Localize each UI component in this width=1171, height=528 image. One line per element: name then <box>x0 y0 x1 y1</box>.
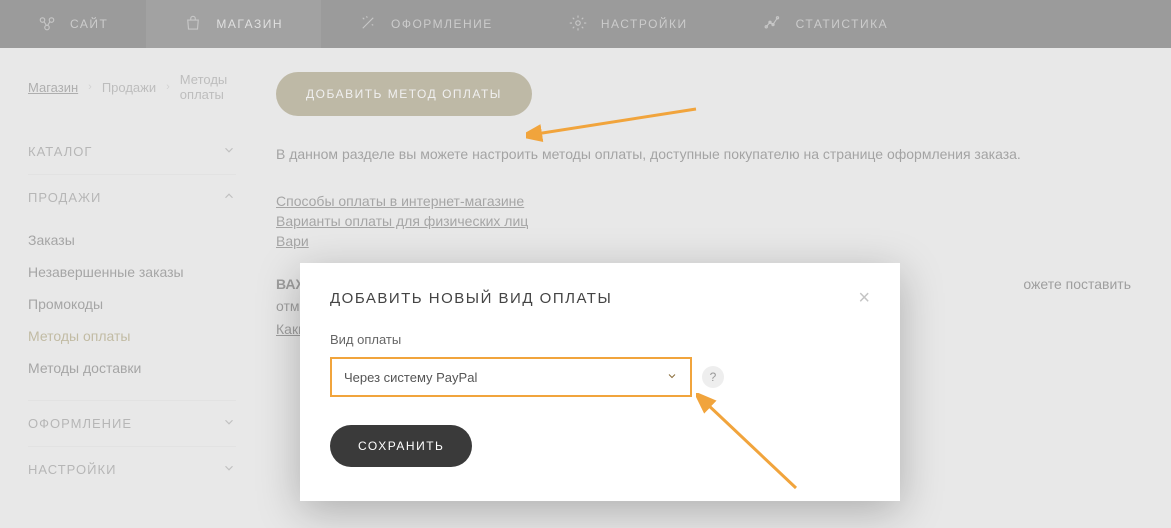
save-button[interactable]: СОХРАНИТЬ <box>330 425 472 467</box>
chevron-down-icon <box>666 370 678 385</box>
add-payment-modal: ДОБАВИТЬ НОВЫЙ ВИД ОПЛАТЫ × Вид оплаты Ч… <box>300 263 900 501</box>
modal-title: ДОБАВИТЬ НОВЫЙ ВИД ОПЛАТЫ <box>330 290 612 307</box>
select-value: Через систему PayPal <box>344 370 477 385</box>
payment-type-row: Через систему PayPal ? <box>330 357 870 397</box>
help-icon[interactable]: ? <box>702 366 724 388</box>
payment-type-label: Вид оплаты <box>330 332 870 347</box>
close-icon[interactable]: × <box>858 287 870 310</box>
payment-type-select[interactable]: Через систему PayPal <box>330 357 692 397</box>
modal-header: ДОБАВИТЬ НОВЫЙ ВИД ОПЛАТЫ × <box>330 287 870 310</box>
